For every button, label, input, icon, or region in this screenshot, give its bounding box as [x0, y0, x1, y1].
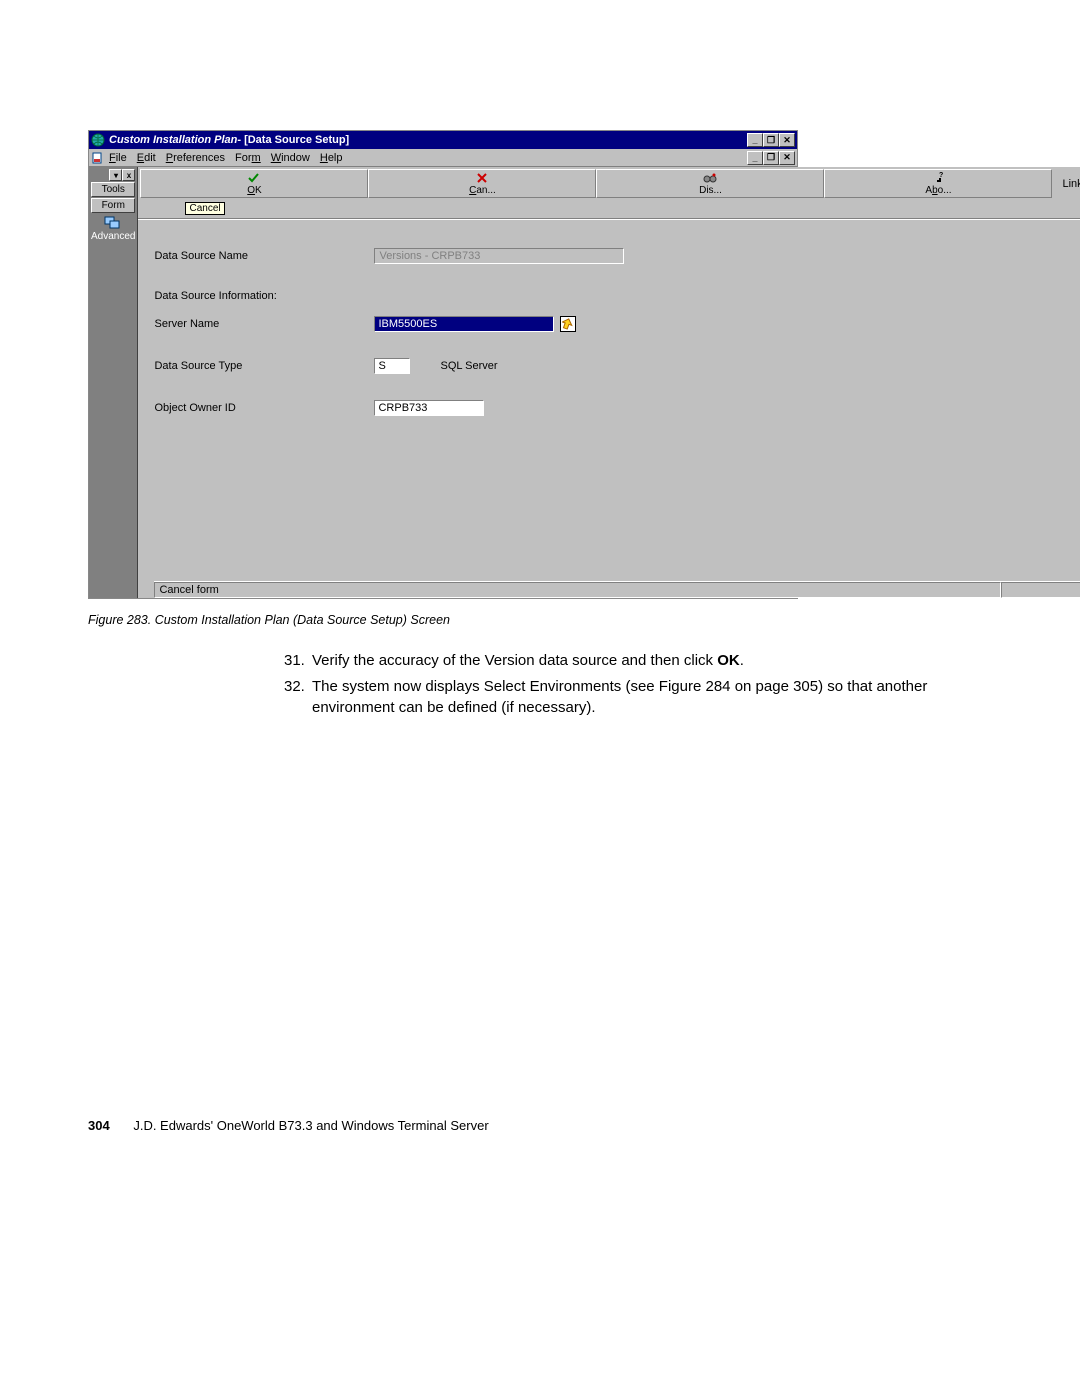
app-icon: [91, 133, 105, 147]
rail-form-button[interactable]: Form: [91, 198, 135, 213]
minimize-button[interactable]: _: [747, 133, 763, 147]
menu-bar: File Edit Preferences Form Window Help _…: [89, 149, 797, 167]
status-mid: [1001, 582, 1080, 598]
form-area: Data Source Name Versions - CRPB733 Data…: [138, 219, 1080, 598]
ok-button[interactable]: OK: [140, 169, 368, 198]
menu-edit[interactable]: Edit: [137, 152, 156, 164]
status-text: Cancel form: [154, 582, 1000, 598]
binoculars-icon: [600, 171, 820, 185]
menu-file[interactable]: File: [109, 152, 127, 164]
dsn-field: Versions - CRPB733: [374, 248, 624, 264]
type-code-field[interactable]: S: [374, 358, 410, 374]
menu-help[interactable]: Help: [320, 152, 343, 164]
step-32-number: 32.: [284, 677, 312, 718]
links-label: Links: [1062, 178, 1080, 190]
menu-form[interactable]: Form: [235, 152, 261, 164]
maximize-button[interactable]: ❐: [763, 133, 779, 147]
figure-caption: Figure 283. Custom Installation Plan (Da…: [88, 613, 992, 627]
step-31-number: 31.: [284, 651, 312, 671]
rail-tools-button[interactable]: Tools: [91, 182, 135, 197]
links-dropdown[interactable]: Links ▼: [1056, 172, 1080, 196]
svg-text:?: ?: [939, 172, 943, 179]
dsn-label: Data Source Name: [154, 250, 374, 262]
doc-title: - [Data Source Setup]: [237, 134, 349, 146]
owner-label: Object Owner ID: [154, 402, 374, 414]
document-icon: [91, 151, 105, 165]
owner-field[interactable]: CRPB733: [374, 400, 484, 416]
main-pane: OK Can... Dis... ? Abo...: [138, 167, 1080, 598]
x-icon: [372, 171, 592, 185]
book-title: J.D. Edwards' OneWorld B73.3 and Windows…: [133, 1118, 488, 1133]
page-footer: 304 J.D. Edwards' OneWorld B73.3 and Win…: [88, 1118, 992, 1133]
help-arrow-icon: ?: [828, 171, 1048, 185]
rail-advanced-item[interactable]: Advanced: [91, 214, 135, 245]
menu-preferences[interactable]: Preferences: [166, 152, 225, 164]
cancel-button[interactable]: Can...: [368, 169, 596, 198]
step-32-text: The system now displays Select Environme…: [312, 677, 992, 718]
display-button[interactable]: Dis...: [596, 169, 824, 198]
type-desc: SQL Server: [440, 360, 497, 372]
title-bar: Custom Installation Plan - [Data Source …: [89, 131, 797, 149]
rail-pin-button[interactable]: ▾: [109, 169, 122, 181]
app-title: Custom Installation Plan: [109, 134, 237, 146]
page-number: 304: [88, 1118, 110, 1133]
step-31-text: Verify the accuracy of the Version data …: [312, 651, 744, 671]
cancel-tooltip: Cancel: [185, 202, 224, 215]
app-screenshot: Custom Installation Plan - [Data Source …: [88, 130, 798, 599]
group-header: Data Source Information:: [154, 290, 1080, 302]
server-name-field[interactable]: IBM5500ES: [374, 316, 554, 332]
mdi-close-button[interactable]: ✕: [779, 151, 795, 165]
visual-assist-button[interactable]: [560, 316, 576, 332]
type-label: Data Source Type: [154, 360, 374, 372]
menu-window[interactable]: Window: [271, 152, 310, 164]
mdi-restore-button[interactable]: ❐: [763, 151, 779, 165]
side-rail: ▾ x Tools Form Advanced: [89, 167, 138, 598]
mdi-minimize-button[interactable]: _: [747, 151, 763, 165]
check-icon: [144, 171, 364, 185]
close-button[interactable]: ✕: [779, 133, 795, 147]
rail-close-button[interactable]: x: [122, 169, 135, 181]
status-bar: Cancel form: [154, 581, 1080, 598]
rail-advanced-label: Advanced: [91, 231, 135, 242]
about-button[interactable]: ? Abo...: [824, 169, 1052, 198]
advanced-icon: [104, 216, 122, 230]
server-name-label: Server Name: [154, 318, 374, 330]
toolbar: OK Can... Dis... ? Abo...: [140, 169, 1080, 198]
